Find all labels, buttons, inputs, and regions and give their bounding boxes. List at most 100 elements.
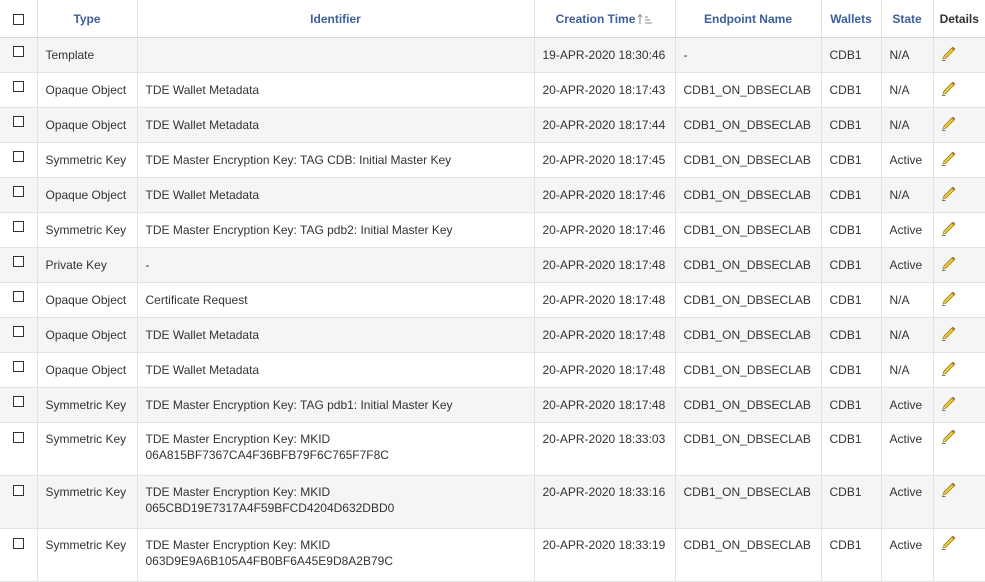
- cell-state: N/A: [881, 317, 934, 353]
- cell-identifier: TDE Master Encryption Key: MKID 065CBD19E…: [137, 475, 535, 529]
- cell-identifier: TDE Master Encryption Key: MKID 063D9E9A6…: [137, 528, 535, 582]
- cell-endpoint-name: CDB1_ON_DBSECLAB: [675, 422, 822, 476]
- row-select-cell: [0, 107, 38, 143]
- table-row[interactable]: Opaque Object TDE Wallet Metadata 20-APR-2…: [0, 317, 985, 353]
- cell-details: [933, 37, 985, 73]
- identifier-line-1: -: [145, 258, 150, 272]
- table-row[interactable]: Opaque Object TDE Wallet Metadata 20-APR-2…: [0, 72, 985, 108]
- cell-type: Symmetric Key: [37, 387, 138, 423]
- cell-creation-time: 20-APR-2020 18:17:48: [534, 387, 676, 423]
- security-objects-table: Type Identifier Creation Time Endpoint N…: [0, 0, 985, 582]
- cell-wallets: CDB1: [821, 282, 882, 318]
- edit-pencil-icon[interactable]: [940, 429, 956, 445]
- row-select-cell: [0, 282, 38, 318]
- cell-identifier: TDE Master Encryption Key: TAG pdb1: Ini…: [137, 387, 535, 423]
- identifier-line-1: TDE Master Encryption Key: MKID: [145, 432, 331, 446]
- row-checkbox[interactable]: [12, 186, 24, 198]
- column-header-type[interactable]: Type: [37, 0, 138, 38]
- cell-details: [933, 247, 985, 283]
- cell-state: Active: [881, 387, 934, 423]
- cell-endpoint-name: CDB1_ON_DBSECLAB: [675, 72, 822, 108]
- cell-state: Active: [881, 247, 934, 283]
- table-row[interactable]: Opaque Object TDE Wallet Metadata 20-APR-2…: [0, 107, 985, 143]
- cell-identifier: [137, 37, 535, 73]
- edit-pencil-icon[interactable]: [940, 291, 956, 307]
- cell-creation-time: 20-APR-2020 18:17:45: [534, 142, 676, 178]
- cell-wallets: CDB1: [821, 72, 882, 108]
- row-checkbox[interactable]: [12, 221, 24, 233]
- edit-pencil-icon[interactable]: [940, 396, 956, 412]
- cell-details: [933, 422, 985, 476]
- creation-time-label: Creation Time: [555, 11, 636, 26]
- cell-state: N/A: [881, 72, 934, 108]
- row-checkbox[interactable]: [12, 151, 24, 163]
- cell-type: Private Key: [37, 247, 138, 283]
- table-row[interactable]: Symmetric Key TDE Master Encryption Key: …: [0, 212, 985, 248]
- cell-details: [933, 317, 985, 353]
- edit-pencil-icon[interactable]: [940, 361, 956, 377]
- select-all-checkbox[interactable]: [12, 13, 24, 25]
- row-checkbox[interactable]: [12, 116, 24, 128]
- identifier-line-1: TDE Master Encryption Key: TAG pdb2: Ini…: [145, 223, 453, 237]
- table-row[interactable]: Symmetric Key TDE Master Encryption Key: …: [0, 475, 985, 529]
- column-header-wallets[interactable]: Wallets: [821, 0, 882, 38]
- identifier-line-1: TDE Wallet Metadata: [145, 328, 260, 342]
- cell-creation-time: 20-APR-2020 18:33:16: [534, 475, 676, 529]
- table-row[interactable]: Opaque Object Certificate Request 20-APR-2…: [0, 282, 985, 318]
- row-checkbox[interactable]: [12, 46, 24, 58]
- table-row[interactable]: Template 19-APR-2020 18:30:46- CDB1 N/A: [0, 37, 985, 73]
- row-checkbox[interactable]: [12, 326, 24, 338]
- row-checkbox[interactable]: [12, 291, 24, 303]
- sort-ascending-icon: [638, 14, 653, 25]
- table-row[interactable]: Symmetric Key TDE Master Encryption Key: …: [0, 528, 985, 582]
- edit-pencil-icon[interactable]: [940, 151, 956, 167]
- edit-pencil-icon[interactable]: [940, 326, 956, 342]
- row-select-cell: [0, 142, 38, 178]
- column-header-identifier[interactable]: Identifier: [137, 0, 535, 38]
- cell-wallets: CDB1: [821, 422, 882, 476]
- table-row[interactable]: Symmetric Key TDE Master Encryption Key: …: [0, 422, 985, 476]
- row-checkbox[interactable]: [12, 81, 24, 93]
- edit-pencil-icon[interactable]: [940, 186, 956, 202]
- row-checkbox[interactable]: [12, 432, 24, 444]
- column-header-endpoint-name[interactable]: Endpoint Name: [675, 0, 822, 38]
- edit-pencil-icon[interactable]: [940, 482, 956, 498]
- cell-endpoint-name: CDB1_ON_DBSECLAB: [675, 107, 822, 143]
- edit-pencil-icon[interactable]: [940, 221, 956, 237]
- row-checkbox[interactable]: [12, 538, 24, 550]
- cell-creation-time: 20-APR-2020 18:17:48: [534, 352, 676, 388]
- cell-creation-time: 20-APR-2020 18:17:48: [534, 282, 676, 318]
- table-row[interactable]: Symmetric Key TDE Master Encryption Key: …: [0, 387, 985, 423]
- row-checkbox[interactable]: [12, 396, 24, 408]
- cell-details: [933, 387, 985, 423]
- edit-pencil-icon[interactable]: [940, 116, 956, 132]
- identifier-line-1: TDE Master Encryption Key: TAG pdb1: Ini…: [145, 398, 453, 412]
- cell-wallets: CDB1: [821, 37, 882, 73]
- edit-pencil-icon[interactable]: [940, 46, 956, 62]
- table-row[interactable]: Private Key - 20-APR-2020 18:17:48 CDB1_ON_…: [0, 247, 985, 283]
- column-header-creation-time[interactable]: Creation Time: [534, 0, 676, 38]
- cell-identifier: TDE Master Encryption Key: TAG pdb2: Ini…: [137, 212, 535, 248]
- cell-wallets: CDB1: [821, 107, 882, 143]
- cell-identifier: TDE Master Encryption Key: MKID 06A815BF7…: [137, 422, 535, 476]
- cell-state: N/A: [881, 352, 934, 388]
- column-header-state[interactable]: State: [881, 0, 934, 38]
- identifier-line-1: TDE Master Encryption Key: MKID: [145, 485, 331, 499]
- cell-state: N/A: [881, 177, 934, 213]
- select-all-header: [0, 0, 38, 38]
- identifier-line-1: TDE Master Encryption Key: MKID: [145, 538, 331, 552]
- table-row[interactable]: Symmetric Key TDE Master Encryption Key: …: [0, 142, 985, 178]
- header-row: Type Identifier Creation Time Endpoint N…: [0, 0, 985, 38]
- edit-pencil-icon[interactable]: [940, 535, 956, 551]
- cell-details: [933, 528, 985, 582]
- row-select-cell: [0, 422, 38, 476]
- edit-pencil-icon[interactable]: [940, 81, 956, 97]
- edit-pencil-icon[interactable]: [940, 256, 956, 272]
- cell-endpoint-name: CDB1_ON_DBSECLAB: [675, 317, 822, 353]
- table-row[interactable]: Opaque Object TDE Wallet Metadata 20-APR-2…: [0, 352, 985, 388]
- cell-type: Opaque Object: [37, 72, 138, 108]
- table-row[interactable]: Opaque Object TDE Wallet Metadata 20-APR-2…: [0, 177, 985, 213]
- identifier-line-2: 065CBD19E7317A4F59BFCD4204D632DBD0: [145, 501, 395, 515]
- row-checkbox[interactable]: [12, 361, 24, 373]
- row-checkbox[interactable]: [12, 256, 24, 268]
